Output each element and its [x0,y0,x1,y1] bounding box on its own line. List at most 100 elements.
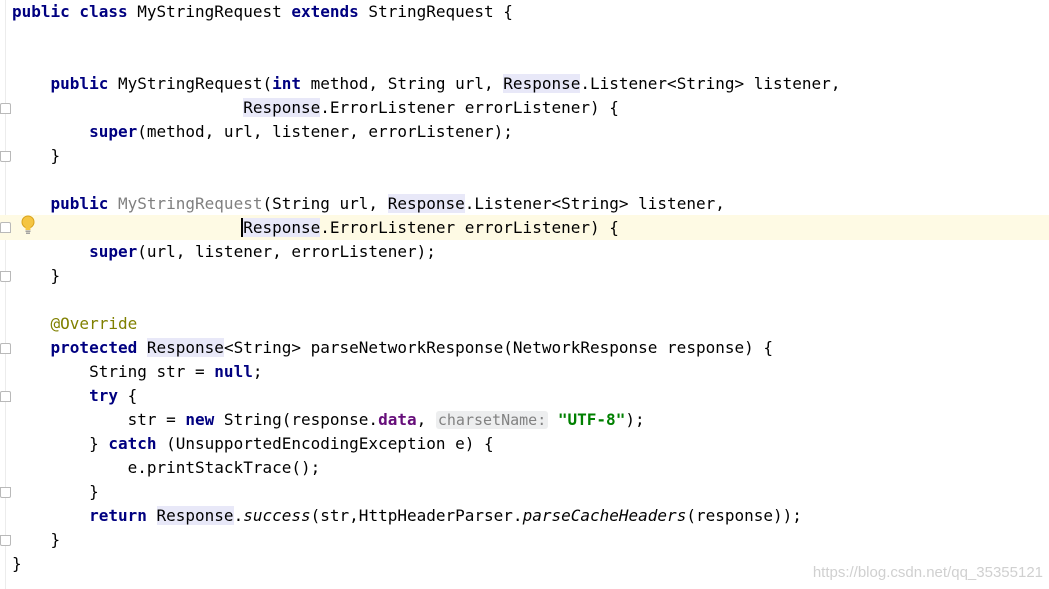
code-text: String str = [89,362,215,381]
keyword: public class [12,2,128,21]
watermark: https://blog.csdn.net/qq_35355121 [812,564,1043,581]
code-text: String(response. [214,410,379,429]
code-line[interactable]: @Override [12,312,138,336]
code-line[interactable]: return Response.success(str,HttpHeaderPa… [12,504,802,528]
code-line[interactable]: protected Response<String> parseNetworkR… [12,336,773,360]
keyword: public [50,194,109,213]
code-text: .Listener<String> listener, [580,74,841,93]
code-text: } [12,266,61,285]
code-text: . [233,506,244,525]
fold-marker-icon[interactable] [0,271,11,282]
keyword: super [89,242,138,261]
code-line[interactable]: } [12,552,22,576]
reference-highlight: Response [503,74,581,93]
code-line[interactable]: } [12,144,61,168]
code-text: { [117,386,138,405]
code-text: (url, listener, errorListener); [137,242,436,261]
code-text: (response)); [686,506,802,525]
code-line[interactable]: String str = null; [12,360,262,384]
code-line[interactable]: e.printStackTrace(); [12,456,321,480]
text-caret: R [241,218,253,237]
code-text: (method, url, listener, errorListener); [137,122,513,141]
keyword: int [272,74,301,93]
annotation: @Override [50,314,138,333]
reference-highlight: Response [243,98,321,117]
code-text: StringRequest { [358,2,513,21]
code-text: , [416,410,427,429]
code-line[interactable]: Response.ErrorListener errorListener) { [12,96,619,120]
code-text: e.printStackTrace(); [127,458,321,477]
reference-highlight: Response [387,194,465,213]
fold-marker-icon[interactable] [0,391,11,402]
static-method: success [243,506,311,525]
fold-marker-icon[interactable] [0,103,11,114]
reference-highlight: Response [146,338,224,357]
code-line[interactable]: public MyStringRequest(String url, Respo… [12,192,725,216]
fold-marker-icon[interactable] [0,487,11,498]
code-text: method, String url, [301,74,504,93]
code-line[interactable]: super(url, listener, errorListener); [12,240,436,264]
fold-marker-icon[interactable] [0,222,11,233]
code-text: } [12,554,22,573]
code-line[interactable]: public class MyStringRequest extends Str… [12,0,513,24]
keyword: protected [50,338,138,357]
code-line[interactable]: } [12,264,61,288]
keyword: super [89,122,138,141]
code-text: .ErrorListener errorListener) { [320,218,619,237]
class-name: MyStringRequest [127,2,292,21]
code-line[interactable]: } [12,480,99,504]
code-text: .ErrorListener errorListener) { [320,98,619,117]
keyword: new [185,410,215,429]
code-line[interactable]: } [12,528,61,552]
fold-marker-icon[interactable] [0,151,11,162]
code-text: ; [252,362,263,381]
unused-constructor-name: MyStringRequest [117,194,263,213]
code-text: } [12,146,61,165]
fold-marker-icon[interactable] [0,343,11,354]
code-text: } [12,530,61,549]
keyword: return [89,506,147,525]
keyword: try [89,386,118,405]
reference-highlight: Response [156,506,234,525]
code-text: str = [127,410,186,429]
code-line[interactable]: } catch (UnsupportedEncodingException e)… [12,432,494,456]
string-literal: "UTF-8" [557,410,626,429]
keyword: extends [291,2,359,21]
editor-gutter [5,0,6,589]
code-text: ); [625,410,645,429]
code-text: MyStringRequest( [108,74,273,93]
code-line[interactable]: super(method, url, listener, errorListen… [12,120,513,144]
code-editor[interactable]: public class MyStringRequest extends Str… [0,0,1049,589]
code-text: <String> parseNetworkResponse(NetworkRes… [223,338,774,357]
code-line[interactable]: try { [12,384,137,408]
code-text: (String url, [262,194,388,213]
reference-highlight: esponse [252,218,321,237]
keyword: null [214,362,253,381]
code-line[interactable]: str = new String(response.data, charsetN… [12,408,645,432]
keyword: catch [108,434,157,453]
code-text: (UnsupportedEncodingException e) { [156,434,494,453]
field-reference: data [378,410,417,429]
code-line[interactable]: public MyStringRequest(int method, Strin… [12,72,840,96]
parameter-hint: charsetName: [435,411,549,429]
code-line[interactable]: Response.ErrorListener errorListener) { [12,216,619,240]
fold-marker-icon[interactable] [0,535,11,546]
code-text: (str,HttpHeaderParser. [310,506,523,525]
code-text: } [89,434,109,453]
